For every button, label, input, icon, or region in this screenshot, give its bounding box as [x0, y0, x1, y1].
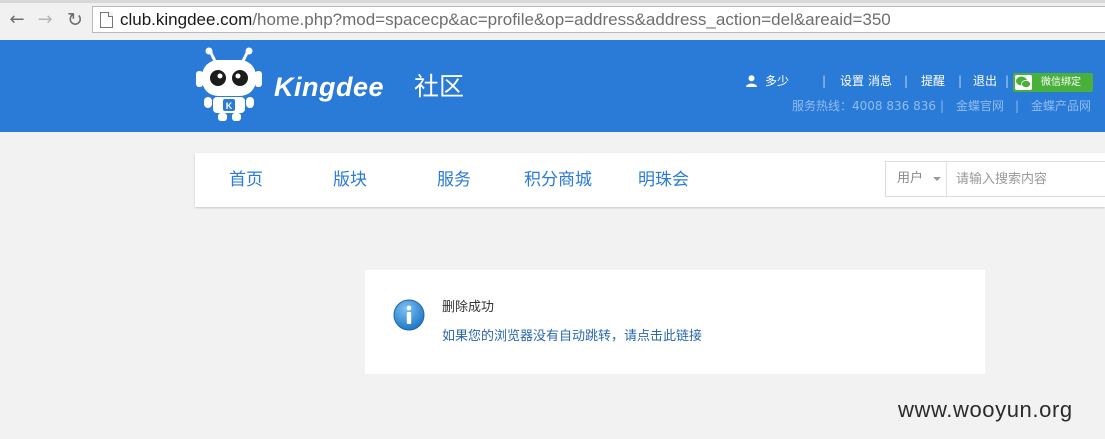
search-box: 用户: [885, 161, 1105, 197]
search-type-label: 用户: [897, 171, 924, 186]
watermark-text: www.wooyun.org: [898, 397, 1073, 422]
svg-text:K: K: [226, 101, 233, 111]
address-bar[interactable]: club.kingdee.com/home.php?mod=spacecp&ac…: [92, 6, 1105, 33]
page-icon: [100, 12, 113, 28]
chevron-down-icon: [933, 177, 941, 181]
separator: |: [1015, 99, 1020, 113]
nav-item-home[interactable]: 首页: [229, 169, 263, 191]
url-path: /home.php?mod=spacecp&ac=profile&op=addr…: [252, 10, 891, 29]
nav-item-services[interactable]: 服务: [437, 169, 471, 191]
reload-icon[interactable]: ↻: [64, 9, 86, 31]
username-link[interactable]: 多少: [765, 73, 789, 89]
separator: |: [822, 74, 827, 88]
separator: |: [958, 74, 963, 88]
separator: |: [1005, 74, 1010, 88]
redirect-link[interactable]: 如果您的浏览器没有自动跳转，请点击此链接: [442, 328, 702, 346]
logo-community-label[interactable]: 社区: [414, 71, 464, 103]
search-type-select[interactable]: 用户: [886, 162, 947, 196]
official-site-link[interactable]: 金蝶官网: [956, 98, 1004, 114]
wechat-icon: [1015, 75, 1032, 90]
search-input[interactable]: [947, 162, 1105, 196]
nav-item-points-mall[interactable]: 积分商城: [524, 169, 592, 191]
browser-toolbar: ← → ↻ club.kingdee.com/home.php?mod=spac…: [0, 0, 1105, 41]
url-host: club.kingdee.com: [120, 10, 253, 29]
wechat-bind-button[interactable]: 微信绑定: [1013, 73, 1093, 92]
site-header: K Kingdee 社区 多少 | 设置 消息 | 提醒 | 退出 | 微信绑定…: [0, 40, 1105, 132]
main-nav: 首页 版块 服务 积分商城 明珠会 用户: [195, 153, 1105, 207]
reminders-link[interactable]: 提醒: [921, 73, 945, 89]
message-box: 删除成功 如果您的浏览器没有自动跳转，请点击此链接: [365, 270, 985, 374]
logout-link[interactable]: 退出: [973, 73, 997, 89]
separator: |: [940, 99, 945, 113]
nav-item-forums[interactable]: 版块: [333, 169, 367, 191]
nav-item-pearl-club[interactable]: 明珠会: [638, 169, 689, 191]
hotline-text: 服务热线：4008 836 836: [792, 99, 936, 113]
messages-link[interactable]: 消息: [868, 73, 892, 89]
settings-link[interactable]: 设置: [840, 73, 864, 89]
info-icon: [393, 299, 425, 331]
url-text[interactable]: club.kingdee.com/home.php?mod=spacecp&ac…: [120, 10, 891, 30]
logo-text[interactable]: Kingdee: [274, 71, 384, 103]
wechat-bind-label: 微信绑定: [1041, 77, 1081, 88]
user-icon: [746, 75, 757, 87]
robot-mascot-icon[interactable]: K: [194, 47, 264, 122]
product-site-link[interactable]: 金蝶产品网: [1031, 98, 1091, 114]
tab-strip: [0, 0, 1105, 3]
message-title: 删除成功: [442, 300, 495, 315]
separator: |: [904, 74, 909, 88]
forward-arrow-icon[interactable]: →: [34, 9, 56, 31]
back-arrow-icon[interactable]: ←: [6, 9, 28, 31]
